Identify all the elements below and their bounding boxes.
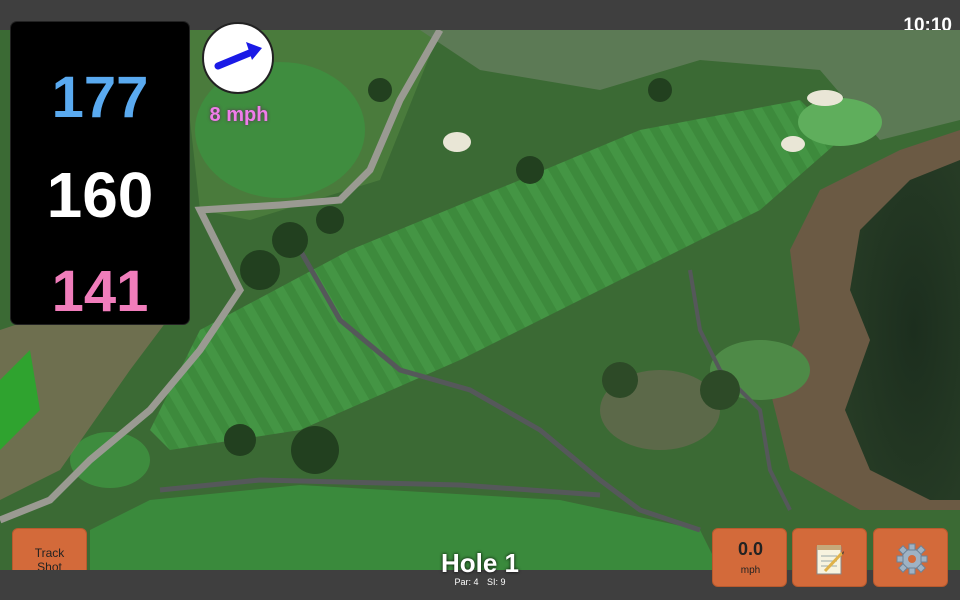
- notepad-icon: [816, 545, 844, 575]
- hole-title[interactable]: Hole 1: [380, 548, 580, 579]
- wind-arrow-icon: [214, 42, 262, 70]
- notes-button[interactable]: [792, 528, 867, 587]
- hole-info: Par: 4 SI: 9: [400, 577, 560, 587]
- track-shot-label-line1: Track: [34, 546, 65, 560]
- front-distance: 141: [51, 259, 149, 324]
- hole-par: Par: 4: [454, 577, 479, 587]
- middle-distance: 160: [46, 159, 154, 231]
- hole-si: SI: 9: [487, 577, 506, 587]
- wind-direction-dial: [202, 22, 274, 94]
- back-distance: 177: [51, 65, 149, 130]
- speed-value: 0.0: [737, 539, 764, 559]
- speed-unit: mph: [740, 565, 761, 576]
- settings-button[interactable]: [873, 528, 948, 587]
- speed-button[interactable]: 0.0 mph: [712, 528, 787, 587]
- distance-panel: 177 160 141: [11, 22, 189, 324]
- gear-icon: [896, 543, 928, 575]
- wind-speed: 8 mph: [209, 104, 269, 126]
